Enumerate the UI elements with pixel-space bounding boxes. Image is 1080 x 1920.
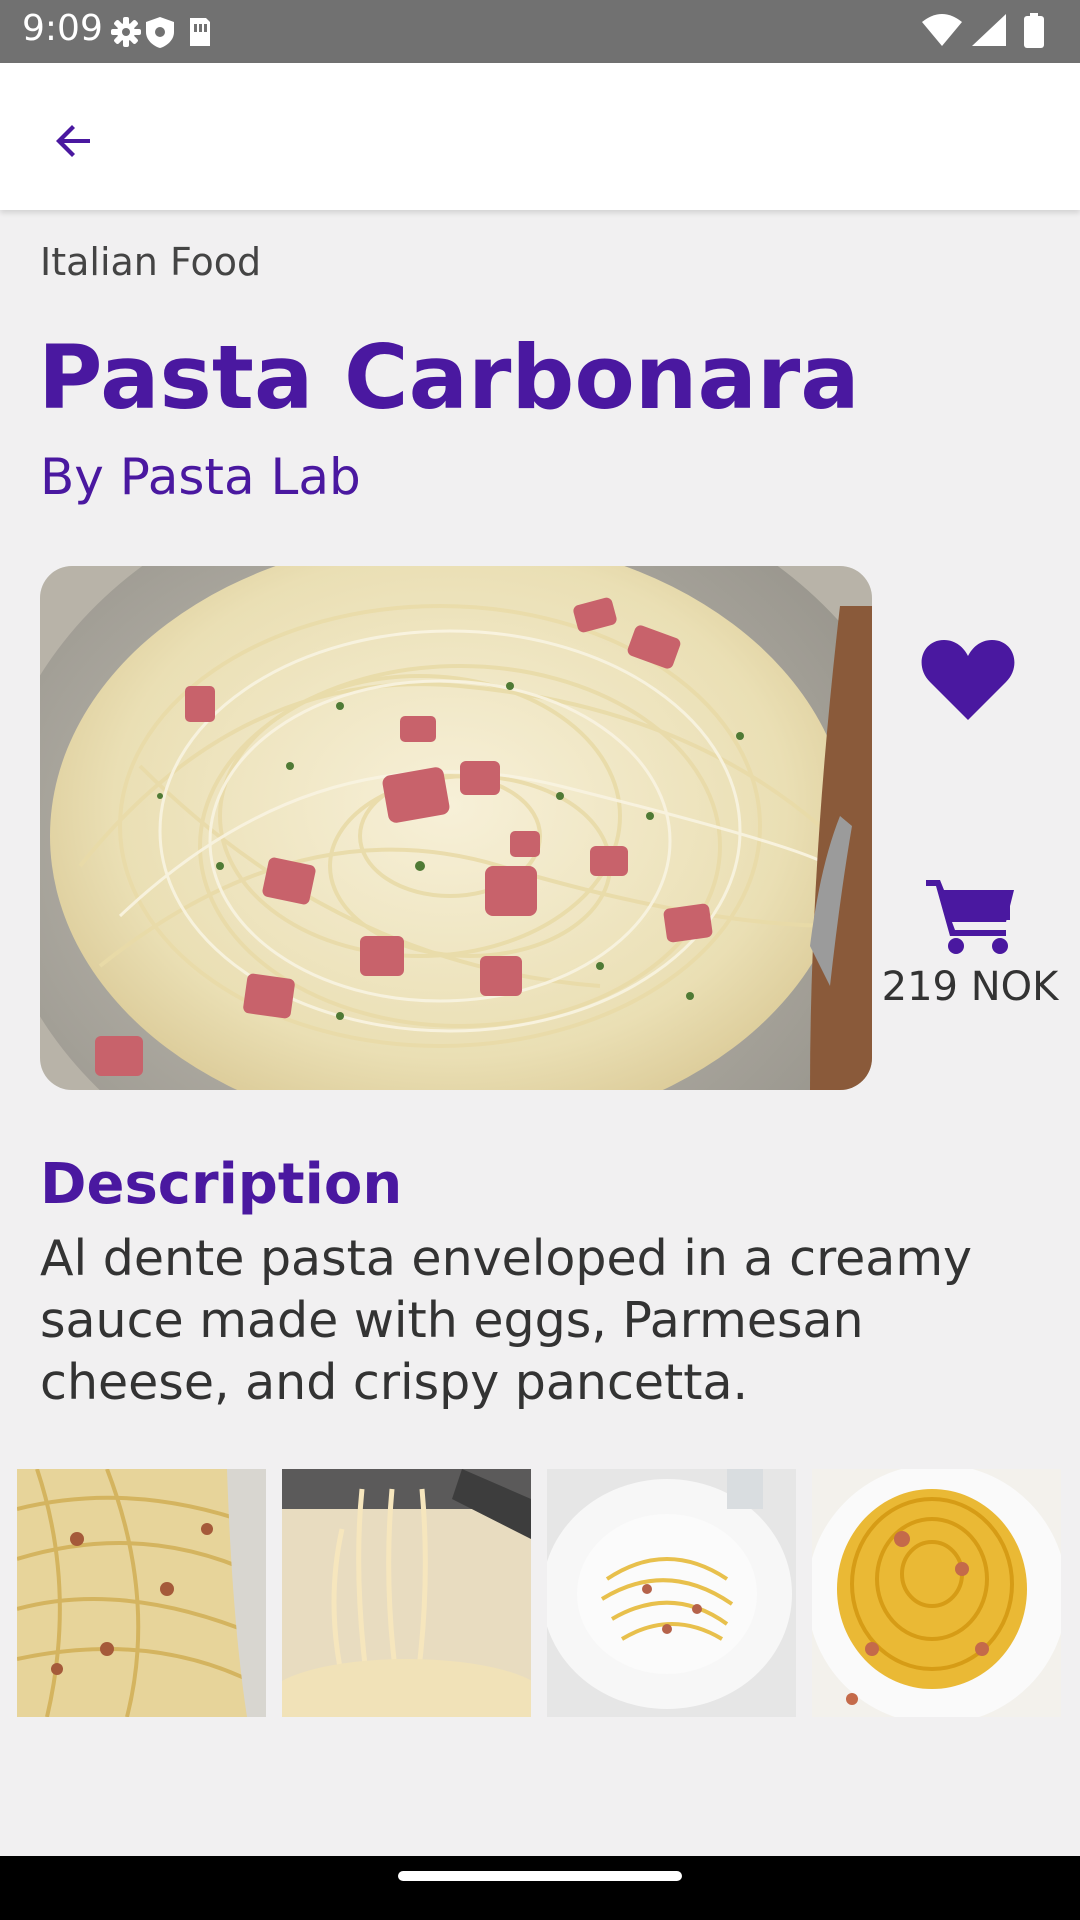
gallery-image-4[interactable] bbox=[812, 1469, 1061, 1717]
heart-icon bbox=[921, 640, 1015, 720]
back-button[interactable] bbox=[40, 107, 108, 175]
arrow-left-icon bbox=[56, 125, 90, 157]
description-text: Al dente pasta enveloped in a creamy sau… bbox=[40, 1230, 973, 1411]
home-indicator[interactable] bbox=[398, 1871, 682, 1881]
category-label: Italian Food bbox=[40, 240, 262, 284]
status-time: 9:09 bbox=[22, 8, 103, 49]
settings-icon bbox=[111, 17, 141, 47]
page-title: Pasta Carbonara bbox=[38, 326, 860, 429]
status-icons-left bbox=[108, 14, 218, 54]
gallery-image-2[interactable] bbox=[282, 1469, 531, 1717]
signal-icon bbox=[972, 14, 1006, 46]
gallery-image-1[interactable] bbox=[17, 1469, 266, 1717]
add-to-cart-button[interactable]: 219 NOK bbox=[880, 876, 1060, 1016]
battery-icon bbox=[1024, 16, 1044, 48]
shield-icon bbox=[146, 17, 174, 48]
photo-gallery bbox=[17, 1469, 1063, 1717]
status-icons-right bbox=[920, 12, 1060, 56]
app-bar bbox=[0, 63, 1080, 210]
description-heading: Description bbox=[40, 1152, 403, 1217]
status-bar: 9:09 bbox=[0, 0, 1080, 63]
favorite-button[interactable] bbox=[920, 636, 1016, 724]
sim-card-icon bbox=[190, 18, 210, 46]
gallery-image-3[interactable] bbox=[547, 1469, 796, 1717]
price-label: 219 NOK bbox=[881, 964, 1059, 1010]
system-nav-bar bbox=[0, 1856, 1080, 1920]
author-label: By Pasta Lab bbox=[40, 448, 361, 506]
wifi-icon bbox=[922, 14, 962, 46]
cart-icon bbox=[926, 880, 1014, 954]
hero-image bbox=[40, 566, 872, 1090]
